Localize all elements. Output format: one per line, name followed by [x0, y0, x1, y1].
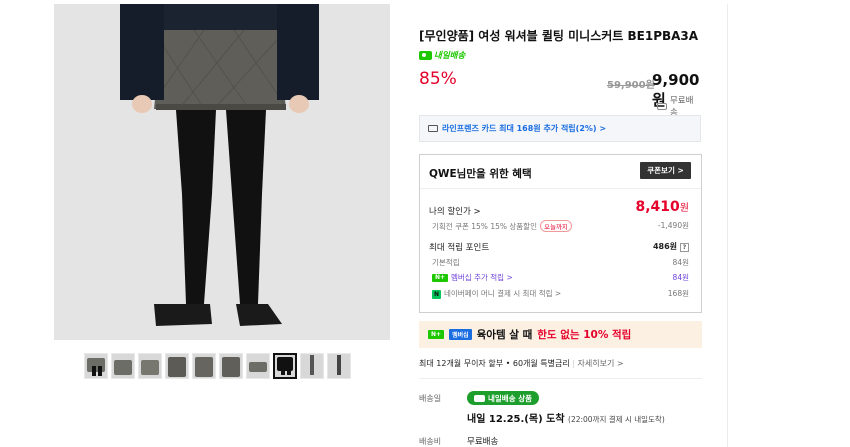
naver-pay-icon: N: [432, 289, 441, 299]
installment-more-link[interactable]: 자세히보기 >: [578, 359, 624, 368]
coupon-detail: 기획전 쿠폰 15% 15% 상품할인 오늘까지: [432, 220, 572, 232]
my-price-link[interactable]: 나의 할인가 >: [429, 205, 481, 217]
arrival-note: (22:00까지 결제 시 내일도착): [568, 415, 665, 424]
base-points-value: 84원: [672, 258, 689, 267]
today-only-badge: 오늘까지: [539, 220, 572, 232]
my-price: 8,410원: [636, 199, 690, 215]
membership-points-link[interactable]: 멤버십 추가 적립 >: [451, 273, 513, 282]
delivery-date-label: 배송일: [419, 394, 442, 403]
thumbnail-1[interactable]: [84, 353, 108, 379]
points-total: 486원?: [653, 241, 689, 252]
card-promo-text: 라인프렌즈 카드 최대 168원 추가 적립(2%) >: [442, 124, 607, 133]
thumbnail-3[interactable]: [138, 353, 162, 379]
installment-text: 최대 12개월 무이자 할부 • 60개월 특별금리: [419, 359, 570, 368]
truck-icon: [474, 394, 485, 402]
skirt-photo: [54, 4, 390, 340]
npay-points-value: 168원: [667, 289, 689, 298]
divider: [420, 188, 701, 189]
membership-points-value: 84원: [672, 273, 689, 282]
points-label: 최대 적립 포인트: [429, 243, 490, 253]
my-price-value: 8,410: [635, 199, 680, 215]
product-card: [무인양품] 여성 워셔블 퀼팅 미니스커트 BE1PBA3A 내일배송 85%…: [38, 4, 728, 447]
thumbnail-7[interactable]: [246, 353, 270, 379]
discount-rate: 85%: [419, 69, 457, 89]
original-price: 59,900원: [607, 80, 655, 91]
points-value: 486원: [652, 242, 677, 251]
thumbnail-10[interactable]: [327, 353, 351, 379]
coupon-view-button[interactable]: 쿠폰보기 >: [640, 162, 691, 179]
thumbnail-9[interactable]: [300, 353, 324, 379]
base-points-label: 기본적립: [432, 258, 460, 267]
right-divider: [727, 4, 728, 447]
delivery-badge-label: 내일배송: [434, 51, 466, 61]
truck-outline-icon: [657, 102, 667, 110]
thumbnail-4[interactable]: [165, 353, 189, 379]
membership-badge: 멤버십: [449, 329, 472, 340]
shipping-fee-label: 배송비: [419, 437, 442, 446]
delivery-badge: 내일배송: [419, 49, 465, 61]
npay-points-link[interactable]: 네이버페이 머니 결제 시 최대 적립 >: [444, 289, 561, 298]
arrival-date: 내일 12.25.(목) 도착 (22:00까지 결제 시 내일도착): [467, 410, 665, 425]
product-main-image[interactable]: [54, 4, 390, 340]
thumbnail-8[interactable]: [273, 353, 297, 379]
thumbnail-6[interactable]: [219, 353, 243, 379]
coupon-detail-text: 기획전 쿠폰 15% 15% 상품할인: [432, 222, 537, 231]
coupon-amount: -1,490원: [657, 221, 689, 230]
card-promo-link[interactable]: 라인프렌즈 카드 최대 168원 추가 적립(2%) >: [419, 115, 701, 142]
arrival-date-text: 내일 12.25.(목) 도착: [467, 414, 565, 425]
thumbnail-2[interactable]: [111, 353, 135, 379]
my-price-unit: 원: [679, 203, 689, 214]
npay-points[interactable]: N 네이버페이 머니 결제 시 최대 적립 >: [432, 288, 561, 299]
help-icon[interactable]: ?: [680, 243, 689, 252]
promo-text: 육아템 살 때: [476, 329, 533, 341]
benefit-heading: QWE님만을 위한 혜택: [429, 168, 532, 180]
membership-promo-banner[interactable]: N+ 멤버십 육아템 살 때 한도 없는 10% 적립: [419, 321, 702, 348]
credit-card-icon: [428, 125, 438, 132]
shipping-fee-value: 무료배송: [467, 437, 499, 447]
product-title: [무인양품] 여성 워셔블 퀼팅 미니스커트 BE1PBA3A: [419, 29, 699, 43]
divider: [419, 378, 702, 379]
naver-plus-badge: N+: [428, 330, 445, 339]
tomorrow-delivery-label: 내일배송 상품: [488, 393, 533, 403]
product-page: [무인양품] 여성 워셔블 퀼팅 미니스커트 BE1PBA3A 내일배송 85%…: [0, 0, 850, 447]
thumbnail-5[interactable]: [192, 353, 216, 379]
thumbnail-strip: [84, 353, 351, 379]
truck-icon: [419, 50, 432, 60]
promo-highlight: 한도 없는 10% 적립: [537, 329, 632, 341]
installment-info: 최대 12개월 무이자 할부 • 60개월 특별금리 | 자세히보기 >: [419, 359, 624, 368]
tomorrow-delivery-badge: 내일배송 상품: [467, 391, 540, 405]
benefit-box: QWE님만을 위한 혜택 쿠폰보기 > 나의 할인가 > 8,410원 기획전 …: [419, 154, 702, 313]
membership-points[interactable]: N+ 멤버십 추가 적립 >: [432, 272, 513, 283]
naver-plus-icon: N+: [432, 274, 448, 282]
